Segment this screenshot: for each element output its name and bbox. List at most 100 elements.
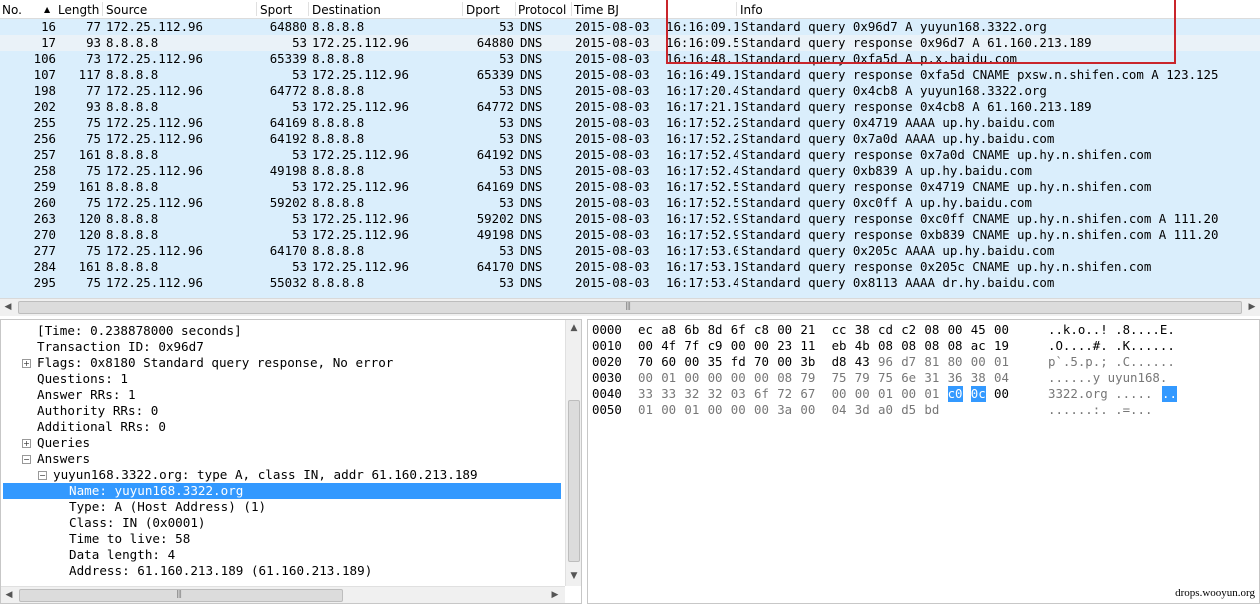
packet-row[interactable]: 284 161 8.8.8.8 53 172.25.112.96 64170 DNS 2015… (0, 259, 1260, 275)
hex-byte[interactable]: 00 (731, 338, 746, 354)
hex-byte[interactable]: 35 (708, 354, 723, 370)
hex-byte[interactable]: d8 (832, 354, 847, 370)
expand-icon[interactable]: + (22, 439, 31, 448)
hex-byte[interactable]: 00 (684, 370, 699, 386)
hex-byte[interactable]: 00 (800, 402, 815, 418)
hex-byte[interactable]: 32 (708, 386, 723, 402)
detail-node[interactable]: Time to live: 58 (69, 531, 190, 547)
hex-byte[interactable]: 70 (638, 354, 653, 370)
hex-byte[interactable]: 38 (855, 322, 870, 338)
packet-row[interactable]: 258 75 172.25.112.96 49198 8.8.8.8 53 DNS 2015-… (0, 163, 1260, 179)
hex-byte[interactable]: 00 (777, 322, 792, 338)
packet-row[interactable]: 260 75 172.25.112.96 59202 8.8.8.8 53 DNS 2015-… (0, 195, 1260, 211)
expand-icon[interactable]: + (22, 359, 31, 368)
packet-row[interactable]: 198 77 172.25.112.96 64772 8.8.8.8 53 DNS 2015-… (0, 83, 1260, 99)
hex-byte[interactable]: 01 (878, 386, 893, 402)
hex-byte[interactable]: 6b (684, 322, 699, 338)
hex-byte[interactable]: 00 (754, 402, 769, 418)
hex-byte[interactable]: 08 (901, 338, 916, 354)
hex-byte[interactable]: 32 (684, 386, 699, 402)
scrollbar-thumb[interactable]: ||| (18, 301, 1242, 314)
col-source[interactable]: Source (106, 3, 147, 17)
hex-byte[interactable]: 00 (731, 370, 746, 386)
hex-byte[interactable]: c9 (708, 338, 723, 354)
hex-byte[interactable]: 72 (777, 386, 792, 402)
packet-bytes-pane[interactable]: 0000 ec a8 6b 8d 6f c8 00 21 cc 38 cd c2 08 00 45 00 ..k.… (587, 319, 1260, 604)
hex-byte[interactable]: a8 (661, 322, 676, 338)
packet-row[interactable]: 295 75 172.25.112.96 55032 8.8.8.8 53 DNS 2015-… (0, 275, 1260, 291)
scrollbar-thumb[interactable]: ||| (19, 589, 343, 602)
hex-byte[interactable]: 01 (661, 370, 676, 386)
hex-byte[interactable]: 00 (661, 402, 676, 418)
hex-byte[interactable]: 67 (800, 386, 815, 402)
hex-byte[interactable]: 21 (800, 322, 815, 338)
hex-byte[interactable]: 01 (684, 402, 699, 418)
hex-byte[interactable]: 6f (754, 386, 769, 402)
packet-row[interactable]: 259 161 8.8.8.8 53 172.25.112.96 64169 DNS 2015… (0, 179, 1260, 195)
hex-byte[interactable]: 00 (708, 402, 723, 418)
hex-byte[interactable]: 3b (800, 354, 815, 370)
hex-byte[interactable]: 08 (924, 338, 939, 354)
col-time[interactable]: Time BJ (574, 3, 619, 17)
detail-node[interactable]: Flags: 0x8180 Standard query response, N… (37, 355, 393, 371)
hex-byte[interactable]: 70 (754, 354, 769, 370)
collapse-icon[interactable]: − (38, 471, 47, 480)
packet-row[interactable]: 107 117 8.8.8.8 53 172.25.112.96 65339 DNS 2015… (0, 67, 1260, 83)
scroll-right-icon[interactable]: ▶ (1244, 299, 1260, 315)
packet-row-partial[interactable] (0, 291, 1260, 298)
hex-byte[interactable]: 80 (948, 354, 963, 370)
hex-byte[interactable]: 03 (731, 386, 746, 402)
hex-byte[interactable]: 08 (948, 338, 963, 354)
detail-node[interactable]: Data length: 4 (69, 547, 175, 563)
packet-row[interactable]: 202 93 8.8.8.8 53 172.25.112.96 64772 DNS 2015-… (0, 99, 1260, 115)
packet-list[interactable]: No. ▲ Length Source Sport Destination Dp… (0, 0, 1260, 298)
hex-byte[interactable]: 00 (754, 338, 769, 354)
hex-byte[interactable]: 0c (970, 386, 986, 402)
hex-byte[interactable]: 00 (731, 402, 746, 418)
hex-byte[interactable]: 00 (994, 386, 1009, 402)
hex-byte[interactable]: 11 (800, 338, 815, 354)
hex-byte[interactable]: 23 (777, 338, 792, 354)
hex-byte[interactable]: cc (832, 322, 847, 338)
hex-byte[interactable]: 4f (661, 338, 676, 354)
collapse-icon[interactable]: − (22, 455, 31, 464)
hex-byte[interactable]: 60 (661, 354, 676, 370)
detail-node[interactable]: Class: IN (0x0001) (69, 515, 205, 531)
col-sport[interactable]: Sport (260, 3, 292, 17)
hex-byte[interactable]: 6e (901, 370, 916, 386)
hex-byte[interactable]: 00 (855, 386, 870, 402)
hex-byte[interactable]: ec (638, 322, 653, 338)
hex-byte[interactable]: bd (924, 402, 939, 418)
hex-byte[interactable]: 75 (878, 370, 893, 386)
scroll-left-icon[interactable]: ◀ (0, 299, 16, 315)
hex-byte[interactable]: 08 (878, 338, 893, 354)
hex-byte[interactable]: 00 (638, 338, 653, 354)
hex-byte[interactable]: 00 (777, 354, 792, 370)
col-dport[interactable]: Dport (466, 3, 500, 17)
packet-list-horizontal-scrollbar[interactable]: ◀ ||| ▶ (0, 298, 1260, 316)
hex-byte[interactable]: 75 (832, 370, 847, 386)
scroll-down-icon[interactable]: ▼ (566, 568, 581, 584)
detail-node[interactable]: Type: A (Host Address) (1) (69, 499, 266, 515)
hex-byte[interactable]: 04 (832, 402, 847, 418)
hex-byte[interactable]: ac (971, 338, 986, 354)
detail-node[interactable]: Address: 61.160.213.189 (61.160.213.189) (69, 563, 372, 579)
packet-row[interactable]: 106 73 172.25.112.96 65339 8.8.8.8 53 DNS 2015-… (0, 51, 1260, 67)
detail-node[interactable]: yuyun168.3322.org: type A, class IN, add… (53, 467, 478, 483)
packet-details-pane[interactable]: [Time: 0.238878000 seconds] Transaction I… (0, 319, 582, 604)
hex-byte[interactable]: 96 (878, 354, 893, 370)
hex-byte[interactable]: 4b (855, 338, 870, 354)
hex-byte[interactable]: c0 (947, 386, 963, 402)
hex-byte[interactable]: 08 (777, 370, 792, 386)
hex-byte[interactable]: 00 (948, 322, 963, 338)
packet-row[interactable]: 256 75 172.25.112.96 64192 8.8.8.8 53 DNS 2015-… (0, 131, 1260, 147)
hex-byte[interactable]: 33 (661, 386, 676, 402)
hex-byte[interactable]: 01 (638, 402, 653, 418)
detail-node[interactable]: Queries (37, 435, 90, 451)
packet-row[interactable]: 257 161 8.8.8.8 53 172.25.112.96 64192 DNS 2015… (0, 147, 1260, 163)
hex-byte[interactable]: c8 (754, 322, 769, 338)
hex-byte[interactable]: d7 (901, 354, 916, 370)
col-info[interactable]: Info (740, 3, 763, 17)
hex-byte[interactable]: 00 (754, 370, 769, 386)
col-no[interactable]: No. (2, 3, 22, 17)
